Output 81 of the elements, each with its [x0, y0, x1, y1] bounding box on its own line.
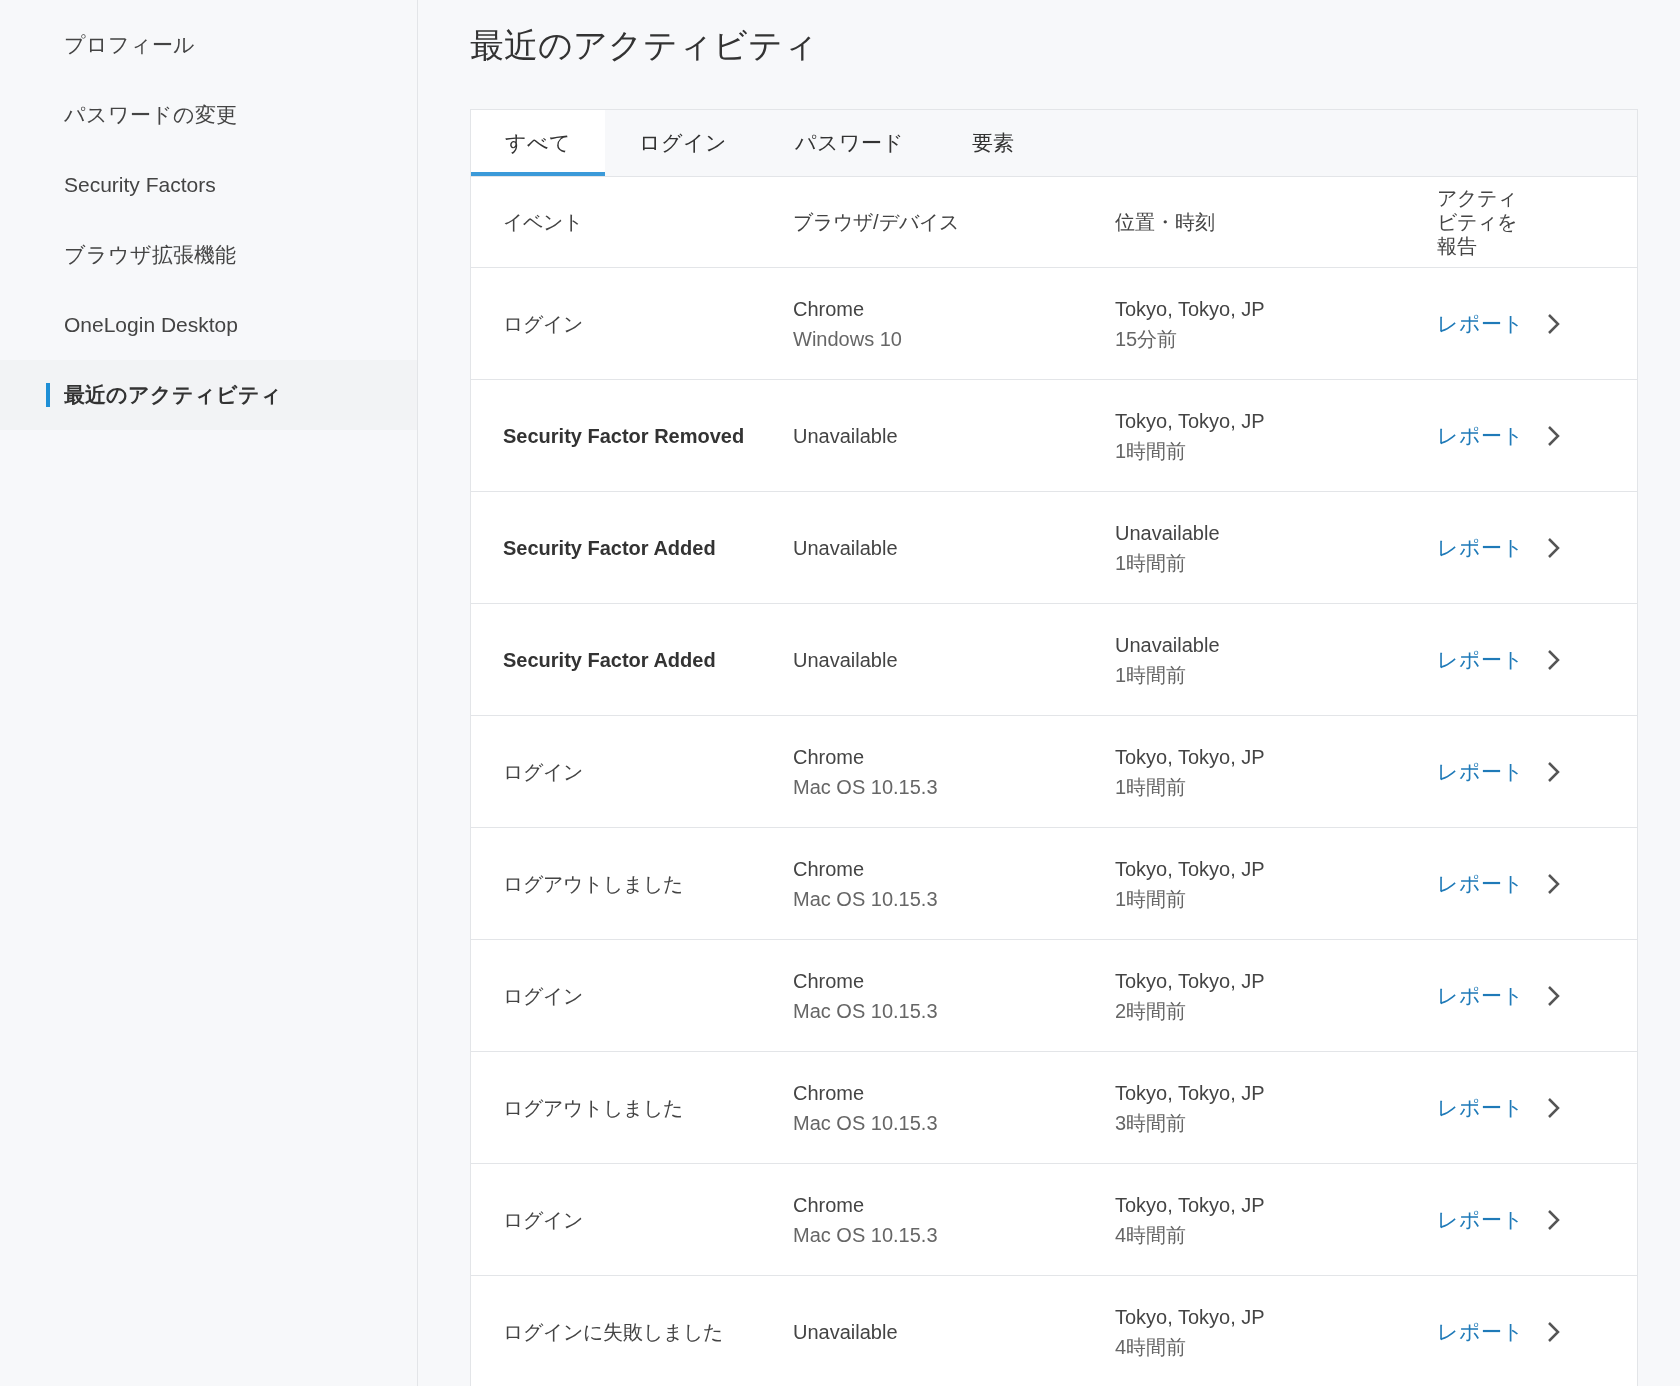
time-text: 1時間前 [1115, 774, 1188, 800]
device-text: Windows 10 [793, 326, 903, 352]
chevron-right-icon[interactable] [1546, 1320, 1560, 1343]
tab[interactable]: パスワード [761, 110, 938, 176]
report-link[interactable]: レポート [1437, 531, 1524, 564]
report-link[interactable]: レポート [1437, 1315, 1524, 1348]
event-cell-text: ログイン [502, 759, 584, 785]
sidebar-item[interactable]: OneLogin Desktop [0, 290, 417, 360]
location-text: Tokyo, Tokyo, JP [1115, 1304, 1266, 1330]
sidebar-item[interactable]: Security Factors [0, 150, 417, 220]
event-cell-text: Security Factor Added [502, 535, 717, 561]
event-cell-text: ログイン [502, 1207, 584, 1233]
location-text: Unavailable [1115, 520, 1221, 546]
browser-text: Chrome [793, 1080, 866, 1106]
chevron-right-icon[interactable] [1546, 760, 1560, 783]
chevron-right-icon[interactable] [1546, 984, 1560, 1007]
browser-text: Chrome [793, 856, 866, 882]
chevron-right-icon[interactable] [1546, 424, 1560, 447]
location-text: Tokyo, Tokyo, JP [1115, 1080, 1266, 1106]
browser-text: Chrome [793, 744, 866, 770]
location-text: Tokyo, Tokyo, JP [1115, 408, 1266, 434]
browser-text: Chrome [793, 968, 866, 994]
location-text: Unavailable [1115, 632, 1221, 658]
device-text: Mac OS 10.15.3 [793, 886, 939, 912]
report-link[interactable]: レポート [1437, 1203, 1524, 1236]
tab[interactable]: すべて [471, 110, 605, 176]
report-link[interactable]: レポート [1437, 979, 1524, 1012]
event-cell-text: ログインに失敗しました [502, 1319, 724, 1345]
report-link[interactable]: レポート [1437, 755, 1524, 788]
location-text: Tokyo, Tokyo, JP [1115, 1192, 1266, 1218]
time-text: 1時間前 [1115, 662, 1188, 688]
location-text: Tokyo, Tokyo, JP [1115, 744, 1266, 770]
event-cell-text: ログアウトしました [502, 1095, 684, 1121]
chevron-right-icon[interactable] [1546, 536, 1560, 559]
event-cell-text: ログイン [502, 311, 584, 337]
page-title: 最近のアクティビティ [470, 25, 819, 66]
time-text: 15分前 [1115, 326, 1179, 352]
browser-text: Chrome [793, 1192, 866, 1218]
column-header: イベント [502, 210, 584, 235]
chevron-right-icon[interactable] [1546, 312, 1560, 335]
sidebar-item[interactable]: ブラウザ拡張機能 [0, 220, 417, 290]
time-text: 4時間前 [1115, 1222, 1188, 1248]
browser-text: Chrome [793, 296, 866, 322]
column-header: 位置・時刻 [1115, 210, 1216, 235]
chevron-right-icon[interactable] [1546, 648, 1560, 671]
sidebar-item[interactable]: 最近のアクティビティ [0, 360, 417, 430]
event-cell-text: Security Factor Added [502, 647, 717, 673]
location-text: Tokyo, Tokyo, JP [1115, 296, 1266, 322]
report-link[interactable]: レポート [1437, 867, 1524, 900]
device-text: Mac OS 10.15.3 [793, 1110, 939, 1136]
location-text: Tokyo, Tokyo, JP [1115, 856, 1266, 882]
sidebar-item[interactable]: パスワードの変更 [0, 80, 417, 150]
sidebar-item[interactable]: プロフィール [0, 10, 417, 80]
chevron-right-icon[interactable] [1546, 1096, 1560, 1119]
report-link[interactable]: レポート [1437, 1091, 1524, 1124]
column-header: ブラウザ/デバイス [793, 210, 960, 235]
report-link[interactable]: レポート [1437, 307, 1524, 340]
time-text: 4時間前 [1115, 1334, 1188, 1360]
tab[interactable]: 要素 [938, 110, 1048, 176]
event-cell-text: ログイン [502, 983, 584, 1009]
event-cell-text: Security Factor Removed [502, 423, 746, 449]
browser-text: Unavailable [793, 423, 899, 449]
time-text: 1時間前 [1115, 550, 1188, 576]
time-text: 1時間前 [1115, 886, 1188, 912]
chevron-right-icon[interactable] [1546, 1208, 1560, 1231]
location-text: Tokyo, Tokyo, JP [1115, 968, 1266, 994]
tab[interactable]: ログイン [605, 110, 761, 176]
time-text: 3時間前 [1115, 1110, 1188, 1136]
device-text: Mac OS 10.15.3 [793, 1222, 939, 1248]
chevron-right-icon[interactable] [1546, 872, 1560, 895]
browser-text: Unavailable [793, 1319, 899, 1345]
device-text: Mac OS 10.15.3 [793, 774, 939, 800]
browser-text: Unavailable [793, 535, 899, 561]
event-cell-text: ログアウトしました [502, 871, 684, 897]
column-header: アクティビティを報告 [1437, 186, 1518, 258]
report-link[interactable]: レポート [1437, 419, 1524, 452]
time-text: 2時間前 [1115, 998, 1188, 1024]
browser-text: Unavailable [793, 647, 899, 673]
device-text: Mac OS 10.15.3 [793, 998, 939, 1024]
time-text: 1時間前 [1115, 438, 1188, 464]
report-link[interactable]: レポート [1437, 643, 1524, 676]
